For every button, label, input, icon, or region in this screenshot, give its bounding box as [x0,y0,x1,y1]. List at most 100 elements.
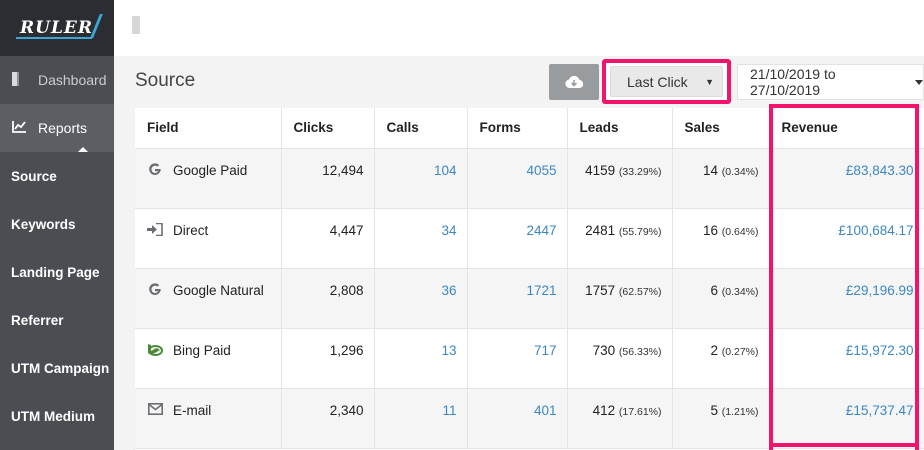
table-header-row: Field Clicks Calls Forms Leads Sales Rev… [135,108,924,149]
field-label: Google Natural [173,282,264,298]
date-range-picker[interactable]: 21/10/2019 to 27/10/2019 [737,64,924,100]
clicks-cell: 12,494 [281,148,375,209]
bing-icon [147,343,163,359]
revenue-link[interactable]: £100,684.17 [769,208,924,269]
leads-value: 2481 [585,222,616,238]
revenue-link[interactable]: £15,737.47 [769,388,924,449]
clicks-cell: 4,447 [281,208,375,269]
sales-percent: (0.64%) [721,225,759,238]
logo-underline [16,37,92,39]
top-bar-placeholder [132,16,140,34]
sidebar-item-utm-medium[interactable]: UTM Medium [0,392,114,440]
field-label: E-mail [173,402,212,418]
leads-cell: 730 (56.33%) [567,328,673,389]
attribution-model-select[interactable]: Last Click ▼ [610,66,723,97]
column-header-clicks[interactable]: Clicks [281,108,375,149]
field-label: Direct [173,222,209,238]
column-header-calls[interactable]: Calls [374,108,468,149]
ruler-logo[interactable]: RULER [14,14,103,39]
sidebar-item-dashboard[interactable]: Dashboard [0,56,114,104]
calls-link[interactable]: 36 [374,268,468,329]
dashboard-icon [12,71,28,89]
revenue-link[interactable]: £83,843.30 [769,148,924,209]
chart-line-icon [12,120,28,136]
field-label: Google Paid [173,162,248,178]
sales-cell: 5 (1.21%) [672,388,770,449]
forms-link[interactable]: 717 [467,328,568,389]
sales-value: 16 [702,222,718,238]
forms-link[interactable]: 4055 [467,148,568,209]
leads-value: 1757 [585,282,616,298]
leads-cell: 2481 (55.79%) [567,208,673,269]
forms-link[interactable]: 1721 [467,268,568,329]
column-header-leads[interactable]: Leads [567,108,673,149]
sidebar-item-utm-campaign[interactable]: UTM Campaign [0,344,114,392]
calls-link[interactable]: 11 [374,388,468,449]
leads-percent: (17.61%) [618,405,662,418]
caret-down-icon [915,79,923,85]
leads-cell: 412 (17.61%) [567,388,673,449]
forms-link[interactable]: 2447 [467,208,568,269]
field-cell: Google Paid [135,148,282,209]
sales-cell: 16 (0.64%) [672,208,770,269]
leads-percent: (33.29%) [618,165,662,178]
sales-percent: (0.34%) [721,285,759,298]
active-caret-icon [78,147,88,152]
table-row: Google Paid 12,494 104 4055 4159 (33.29%… [135,148,924,209]
clicks-cell: 1,296 [281,328,375,389]
sidebar-item-landing-page[interactable]: Landing Page [0,248,114,296]
sales-percent: (1.21%) [721,405,759,418]
leads-value: 730 [592,342,616,358]
field-cell: E-mail [135,388,282,449]
table-row: Bing Paid 1,296 13 717 730 (56.33%) 2 (0… [135,328,924,389]
sales-cell: 2 (0.27%) [672,328,770,389]
sidebar-item-referrer[interactable]: Referrer [0,296,114,344]
revenue-highlight-bottom [769,443,919,447]
download-button[interactable] [549,64,599,100]
sales-value: 14 [702,162,718,178]
column-header-sales[interactable]: Sales [672,108,770,149]
leads-percent: (62.57%) [618,285,662,298]
page-title: Source [135,70,196,91]
sidebar: RULER Dashboard Reports Source Keywords … [0,0,114,450]
top-bar [114,0,924,56]
column-header-forms[interactable]: Forms [467,108,568,149]
sidebar-item-reports[interactable]: Reports [0,104,114,152]
sales-value: 5 [710,402,718,418]
clicks-cell: 2,808 [281,268,375,329]
leads-value: 412 [592,402,616,418]
logo-bar: RULER [0,0,114,56]
revenue-link[interactable]: £15,972.30 [769,328,924,389]
leads-percent: (55.79%) [618,225,662,238]
leads-percent: (56.33%) [618,345,662,358]
data-table: Field Clicks Calls Forms Leads Sales Rev… [135,108,924,449]
sidebar-item-source[interactable]: Source [0,152,114,200]
sales-percent: (0.34%) [721,165,759,178]
calls-link[interactable]: 13 [374,328,468,389]
field-cell: Direct [135,208,282,269]
calls-link[interactable]: 34 [374,208,468,269]
envelope-icon [147,403,163,418]
calls-link[interactable]: 104 [374,148,468,209]
leads-cell: 1757 (62.57%) [567,268,673,329]
date-range-value: 21/10/2019 to 27/10/2019 [750,66,836,98]
clicks-cell: 2,340 [281,388,375,449]
google-icon [147,282,163,300]
leads-cell: 4159 (33.29%) [567,148,673,209]
sidebar-item-label: Dashboard [38,72,107,88]
sidebar-item-keywords[interactable]: Keywords [0,200,114,248]
column-header-revenue[interactable]: Revenue [769,108,924,149]
sign-in-icon [147,222,163,239]
leads-value: 4159 [585,162,616,178]
table-row: Direct 4,447 34 2447 2481 (55.79%) 16 (0… [135,208,924,269]
cloud-download-icon [565,75,584,89]
sidebar-item-label: Reports [38,120,88,136]
sales-percent: (0.27%) [721,345,759,358]
field-label: Bing Paid [173,342,231,358]
forms-link[interactable]: 401 [467,388,568,449]
attribution-model-value: Last Click [627,73,688,90]
revenue-link[interactable]: £29,196.99 [769,268,924,329]
logo-text: RULER [20,18,93,38]
column-header-field[interactable]: Field [135,108,282,149]
sales-cell: 14 (0.34%) [672,148,770,209]
